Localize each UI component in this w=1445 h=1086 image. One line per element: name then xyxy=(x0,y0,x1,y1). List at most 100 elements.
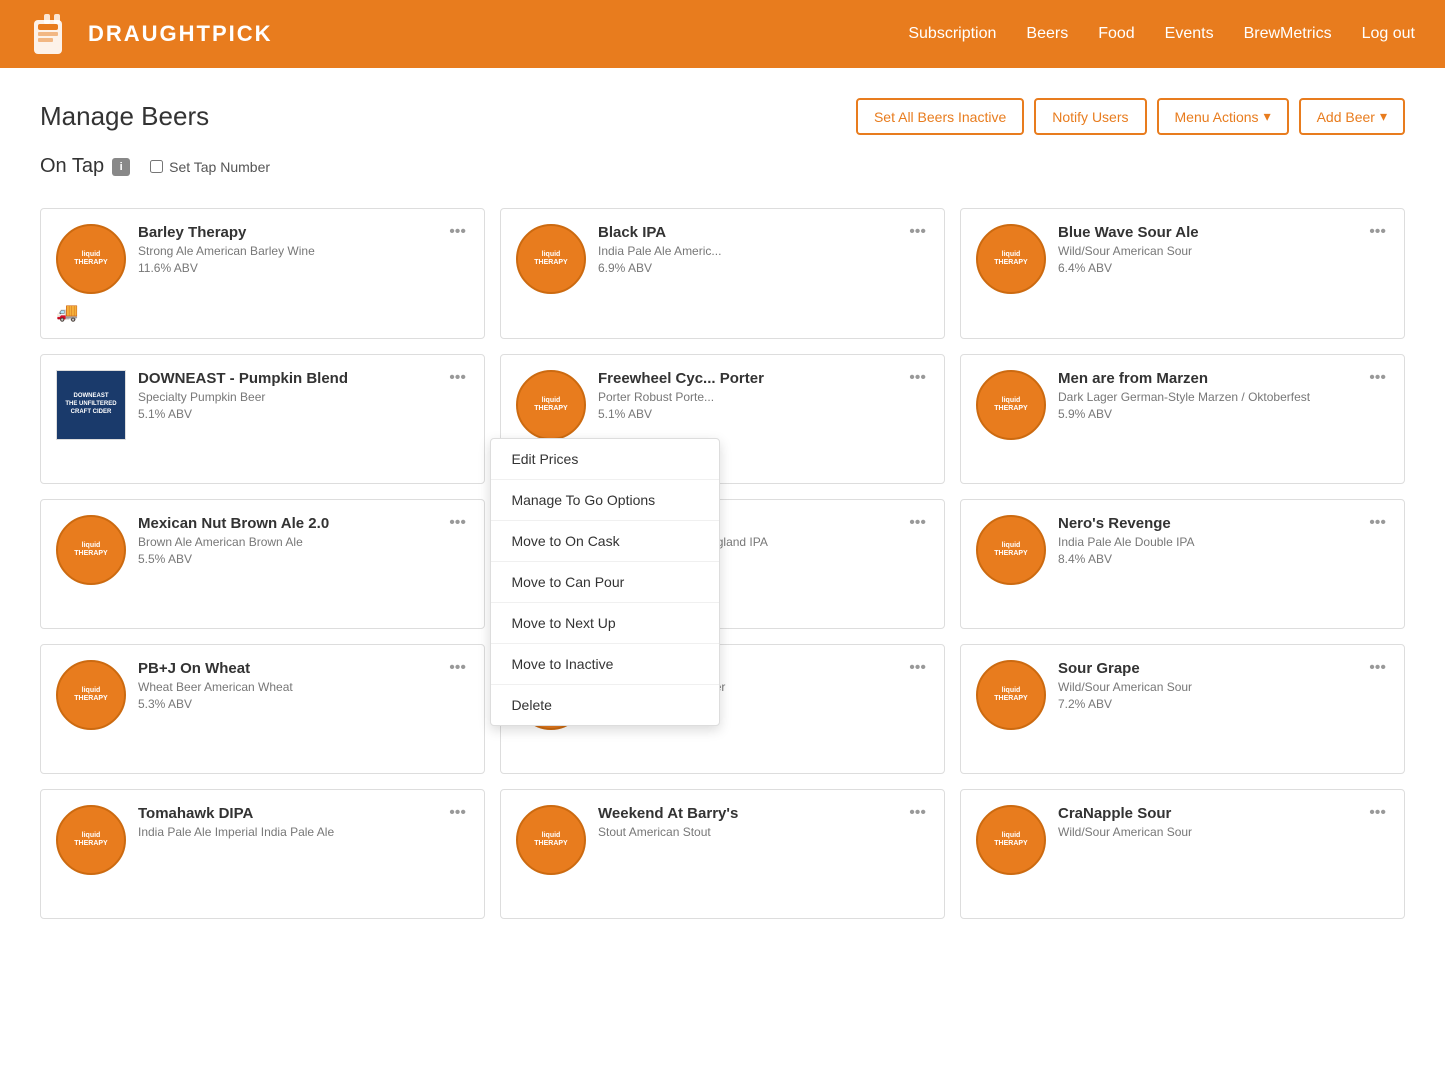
beer-card: liquidTHERAPY Black IPA India Pale Ale A… xyxy=(500,208,945,339)
dropdown-move-to-on-cask[interactable]: Move to On Cask xyxy=(491,521,719,562)
beer-logo: liquidTHERAPY xyxy=(976,515,1046,585)
dropdown-move-to-can-pour[interactable]: Move to Can Pour xyxy=(491,562,719,603)
beer-logo: liquidTHERAPY xyxy=(516,370,586,440)
beer-abv: 6.4% ABV xyxy=(1058,261,1359,275)
beer-name: CraNapple Sour xyxy=(1058,805,1359,822)
beer-card: liquidTHERAPY Men are from Marzen Dark L… xyxy=(960,354,1405,484)
notify-users-button[interactable]: Notify Users xyxy=(1034,98,1146,135)
beer-style: Porter Robust Porte... xyxy=(598,390,899,404)
main-content: Manage Beers Set All Beers Inactive Noti… xyxy=(0,68,1445,1086)
set-all-beers-inactive-button[interactable]: Set All Beers Inactive xyxy=(856,98,1024,135)
beer-abv: 11.6% ABV xyxy=(138,261,439,275)
beer-style: Strong Ale American Barley Wine xyxy=(138,244,439,258)
beer-style: Wild/Sour American Sour xyxy=(1058,680,1359,694)
beer-style: Brown Ale American Brown Ale xyxy=(138,535,439,549)
beer-card: liquidTHERAPY Tomahawk DIPA India Pale A… xyxy=(40,789,485,919)
beer-name: Barley Therapy xyxy=(138,224,439,241)
context-dropdown-menu: Edit Prices Manage To Go Options Move to… xyxy=(490,438,720,726)
dropdown-move-to-inactive[interactable]: Move to Inactive xyxy=(491,644,719,685)
beer-name: Sour Grape xyxy=(1058,660,1359,677)
beer-style: India Pale Ale Double IPA xyxy=(1058,535,1359,549)
beer-card: liquidTHERAPY Blue Wave Sour Ale Wild/So… xyxy=(960,208,1405,339)
beer-name: Freewheel Cyc... Porter xyxy=(598,370,899,387)
beer-card: liquidTHERAPY Mexican Nut Brown Ale 2.0 … xyxy=(40,499,485,629)
nav-beers[interactable]: Beers xyxy=(1026,25,1068,43)
info-icon[interactable]: i xyxy=(112,158,130,176)
page-title: Manage Beers xyxy=(40,101,209,132)
beer-name: Tomahawk DIPA xyxy=(138,805,439,822)
beer-logo: liquidTHERAPY xyxy=(56,805,126,875)
nav-logout[interactable]: Log out xyxy=(1362,25,1415,43)
beer-menu-button[interactable]: ••• xyxy=(443,657,472,679)
beer-card: liquidTHERAPY Sour Grape Wild/Sour Ameri… xyxy=(960,644,1405,774)
beer-grid: liquidTHERAPY Barley Therapy Strong Ale … xyxy=(40,208,1405,919)
logo[interactable]: DRAUGHTPICK xyxy=(30,10,273,58)
beer-menu-button[interactable]: ••• xyxy=(903,802,932,824)
beer-style: Dark Lager German-Style Marzen / Oktober… xyxy=(1058,390,1359,404)
beer-menu-button[interactable]: ••• xyxy=(443,367,472,389)
beer-menu-button[interactable]: ••• xyxy=(903,367,932,389)
beer-abv: 8.4% ABV xyxy=(1058,552,1359,566)
beer-card: liquidTHERAPY PB+J On Wheat Wheat Beer A… xyxy=(40,644,485,774)
beer-name: Nero's Revenge xyxy=(1058,515,1359,532)
beer-menu-button[interactable]: ••• xyxy=(1363,367,1392,389)
beer-menu-button[interactable]: ••• xyxy=(903,221,932,243)
beer-menu-button[interactable]: ••• xyxy=(903,512,932,534)
beer-style: Stout American Stout xyxy=(598,825,899,839)
beer-logo: liquidTHERAPY xyxy=(516,224,586,294)
beer-logo: liquidTHERAPY xyxy=(976,660,1046,730)
beer-menu-button[interactable]: ••• xyxy=(443,221,472,243)
beer-abv: 5.5% ABV xyxy=(138,552,439,566)
beer-menu-button[interactable]: ••• xyxy=(1363,512,1392,534)
beer-name: DOWNEAST - Pumpkin Blend xyxy=(138,370,439,387)
beer-style: Wild/Sour American Sour xyxy=(1058,244,1359,258)
beer-card: liquidTHERAPY Weekend At Barry's Stout A… xyxy=(500,789,945,919)
beer-logo: liquidTHERAPY xyxy=(976,370,1046,440)
beer-style: Wheat Beer American Wheat xyxy=(138,680,439,694)
beer-card: liquidTHERAPY CraNapple Sour Wild/Sour A… xyxy=(960,789,1405,919)
dropdown-manage-to-go[interactable]: Manage To Go Options xyxy=(491,480,719,521)
beer-abv: 6.9% ABV xyxy=(598,261,899,275)
beer-menu-button[interactable]: ••• xyxy=(1363,221,1392,243)
nav-subscription[interactable]: Subscription xyxy=(908,25,996,43)
beer-logo: liquidTHERAPY xyxy=(516,805,586,875)
logo-icon xyxy=(30,10,78,58)
ontap-text: On Tap xyxy=(40,155,104,178)
beer-logo: liquidTHERAPY xyxy=(56,515,126,585)
set-tap-number-checkbox-label[interactable]: Set Tap Number xyxy=(150,159,270,175)
beer-card: liquidTHERAPY Barley Therapy Strong Ale … xyxy=(40,208,485,339)
ontap-section: On Tap i Set Tap Number xyxy=(40,155,1405,178)
beer-style: Wild/Sour American Sour xyxy=(1058,825,1359,839)
beer-style: Specialty Pumpkin Beer xyxy=(138,390,439,404)
beer-name: PB+J On Wheat xyxy=(138,660,439,677)
menu-actions-button[interactable]: Menu Actions ▾ xyxy=(1157,98,1289,135)
beer-card: DOWNEASTTHE UNFILTEREDCRAFT CIDER DOWNEA… xyxy=(40,354,485,484)
page-header: Manage Beers Set All Beers Inactive Noti… xyxy=(40,98,1405,135)
beer-abv: 5.9% ABV xyxy=(1058,407,1359,421)
dropdown-move-to-next-up[interactable]: Move to Next Up xyxy=(491,603,719,644)
header: DRAUGHTPICK Subscription Beers Food Even… xyxy=(0,0,1445,68)
beer-style: India Pale Ale Imperial India Pale Ale xyxy=(138,825,439,839)
dropdown-edit-prices[interactable]: Edit Prices xyxy=(491,439,719,480)
set-tap-number-checkbox[interactable] xyxy=(150,160,163,173)
main-nav: Subscription Beers Food Events BrewMetri… xyxy=(908,25,1415,43)
nav-events[interactable]: Events xyxy=(1165,25,1214,43)
beer-menu-button[interactable]: ••• xyxy=(1363,802,1392,824)
beer-logo: DOWNEASTTHE UNFILTEREDCRAFT CIDER xyxy=(56,370,126,440)
beer-menu-button[interactable]: ••• xyxy=(443,512,472,534)
beer-menu-button[interactable]: ••• xyxy=(443,802,472,824)
beer-name: Mexican Nut Brown Ale 2.0 xyxy=(138,515,439,532)
ontap-label: On Tap i xyxy=(40,155,130,178)
nav-food[interactable]: Food xyxy=(1098,25,1134,43)
beer-abv: 5.1% ABV xyxy=(598,407,899,421)
beer-name: Weekend At Barry's xyxy=(598,805,899,822)
chevron-down-icon: ▾ xyxy=(1380,108,1387,125)
set-tap-number-label: Set Tap Number xyxy=(169,159,270,175)
dropdown-delete[interactable]: Delete xyxy=(491,685,719,725)
chevron-down-icon: ▾ xyxy=(1264,108,1271,125)
add-beer-button[interactable]: Add Beer ▾ xyxy=(1299,98,1405,135)
beer-menu-button[interactable]: ••• xyxy=(1363,657,1392,679)
beer-abv: 7.2% ABV xyxy=(1058,697,1359,711)
nav-brewmetrics[interactable]: BrewMetrics xyxy=(1244,25,1332,43)
beer-menu-button[interactable]: ••• xyxy=(903,657,932,679)
